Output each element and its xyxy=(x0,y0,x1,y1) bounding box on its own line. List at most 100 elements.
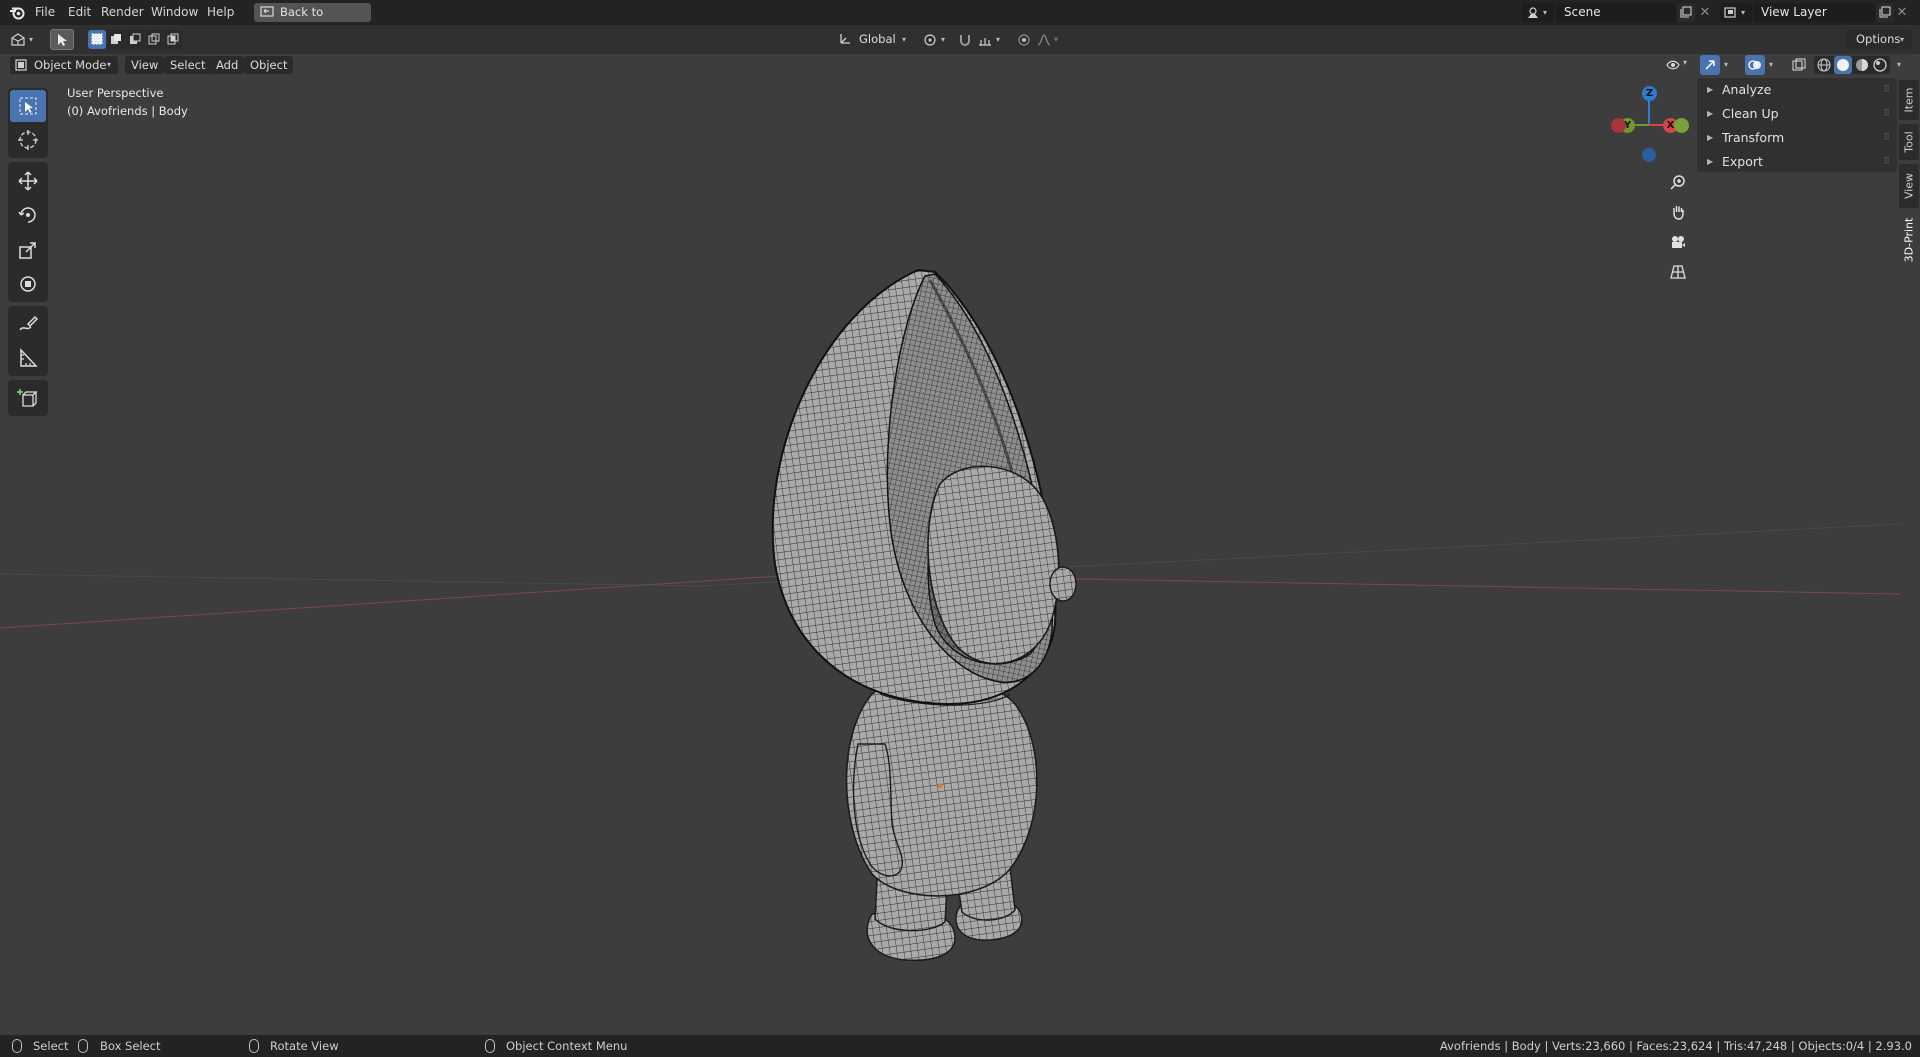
camera-view-button[interactable] xyxy=(1666,230,1690,254)
transform-icon xyxy=(20,276,36,292)
viewport-menu-select[interactable]: Select xyxy=(164,56,212,74)
viewport-menu-object[interactable]: Object xyxy=(244,56,294,74)
delete-scene-icon[interactable]: ✕ xyxy=(1697,3,1713,22)
tool-scale[interactable] xyxy=(10,234,46,266)
scene-dropdown-icon: ▾ xyxy=(1543,8,1548,17)
mode-extend-button[interactable] xyxy=(107,30,125,49)
menu-render[interactable]: Render xyxy=(101,0,144,25)
tool-move[interactable] xyxy=(10,165,46,197)
proportional-falloff-dropdown[interactable]: ▾ xyxy=(1035,30,1063,49)
falloff-dropdown-icon: ▾ xyxy=(1054,35,1059,44)
select-set-icon xyxy=(91,33,103,45)
visibility-dropdown-icon: ▾ xyxy=(1683,58,1688,67)
pan-button[interactable] xyxy=(1666,200,1690,224)
viewport-menu-add[interactable]: Add xyxy=(210,56,245,74)
tool-transform[interactable] xyxy=(10,268,46,300)
shading-material-button[interactable] xyxy=(1854,57,1870,73)
gizmo-z-axis[interactable]: Z xyxy=(1642,86,1657,101)
show-overlays-toggle[interactable] xyxy=(1745,55,1765,75)
editor-type-button[interactable]: ▾ xyxy=(8,30,40,49)
3d-viewport-icon xyxy=(11,33,25,46)
status-select-hint: Select xyxy=(33,1039,69,1053)
drag-grip-icon[interactable]: ⠿ xyxy=(1883,150,1890,174)
gizmo-neg-x-axis[interactable] xyxy=(1611,118,1626,133)
object-visibility-dropdown[interactable]: ▾ xyxy=(1664,56,1692,74)
proportional-editing-toggle[interactable] xyxy=(1015,30,1033,49)
transform-orientation-dropdown[interactable]: Global ▾ xyxy=(836,30,914,49)
collapse-arrow-icon: ▶ xyxy=(1707,157,1714,166)
panel-transform[interactable]: ▶ Transform ⠿ xyxy=(1697,126,1897,150)
tool-measure[interactable] xyxy=(10,342,46,374)
pivot-point-icon xyxy=(924,34,936,46)
mouse-drag-icon xyxy=(78,1039,88,1053)
gizmo-dropdown-icon[interactable]: ▾ xyxy=(1724,56,1728,74)
menu-file[interactable]: File xyxy=(35,0,55,25)
navigation-gizmo[interactable]: Z X Y xyxy=(1610,84,1689,162)
object-mode-dropdown[interactable]: Object Mode ▾ xyxy=(10,56,118,74)
panel-analyze[interactable]: ▶ Analyze ⠿ xyxy=(1697,78,1897,102)
gizmo-neg-y-axis[interactable] xyxy=(1674,118,1689,133)
wireframe-sphere-icon xyxy=(1817,58,1831,72)
panel-export[interactable]: ▶ Export ⠿ xyxy=(1697,150,1897,174)
shading-mode-group xyxy=(1814,56,1890,74)
new-view-layer-button[interactable] xyxy=(1876,3,1894,22)
snap-toggle[interactable] xyxy=(956,30,974,49)
gizmo-icon xyxy=(1705,60,1715,70)
shading-dropdown-icon[interactable]: ▾ xyxy=(1897,56,1901,74)
drag-grip-icon[interactable]: ⠿ xyxy=(1883,78,1890,102)
scene-browse-button[interactable]: ▾ xyxy=(1522,3,1554,22)
tool-annotate[interactable] xyxy=(10,308,46,340)
zoom-button[interactable] xyxy=(1666,170,1690,194)
mode-set-button[interactable] xyxy=(88,30,106,49)
3d-viewport[interactable]: User Perspective (0) Avofriends | Body Z… xyxy=(0,54,1900,1035)
drag-grip-icon[interactable]: ⠿ xyxy=(1883,102,1890,126)
scene-render[interactable] xyxy=(0,54,1900,1035)
gizmo-neg-z-axis[interactable] xyxy=(1642,148,1656,162)
tool-add-cube[interactable] xyxy=(10,382,46,414)
mode-intersect-button[interactable] xyxy=(164,30,182,49)
mode-subtract-button[interactable] xyxy=(126,30,144,49)
annotate-pencil-icon xyxy=(19,315,39,331)
tab-tool[interactable]: Tool xyxy=(1899,124,1919,160)
new-scene-button[interactable] xyxy=(1677,3,1695,22)
delete-view-layer-icon[interactable]: ✕ xyxy=(1894,3,1910,22)
shading-solid-button[interactable] xyxy=(1834,56,1852,74)
mode-difference-button[interactable] xyxy=(145,30,163,49)
scene-name-field[interactable]: Scene xyxy=(1556,3,1676,22)
select-intersect-icon xyxy=(167,33,179,45)
add-cube-icon xyxy=(17,389,38,407)
back-to-previous-button[interactable]: Back to Previous xyxy=(254,3,371,38)
tool-cursor[interactable] xyxy=(10,124,46,156)
drag-grip-icon[interactable]: ⠿ xyxy=(1883,126,1890,150)
orthographic-toggle-button[interactable] xyxy=(1666,260,1690,284)
viewport-menu-view[interactable]: View xyxy=(125,56,165,74)
tool-select-box[interactable] xyxy=(10,90,46,122)
options-dropdown[interactable]: Options ▾ xyxy=(1846,30,1912,49)
view-layer-browse-button[interactable]: ▾ xyxy=(1720,3,1752,22)
active-tool-button[interactable] xyxy=(50,29,74,50)
view-layer-name-field[interactable]: View Layer xyxy=(1753,3,1875,22)
falloff-curve-icon xyxy=(1037,34,1051,46)
tool-rotate[interactable] xyxy=(10,199,46,231)
move-icon xyxy=(18,171,38,191)
shading-wireframe-button[interactable] xyxy=(1816,57,1832,73)
pivot-point-dropdown[interactable]: ▾ xyxy=(921,30,951,49)
show-gizmo-toggle[interactable] xyxy=(1700,55,1720,75)
panel-export-label: Export xyxy=(1722,154,1763,169)
blender-logo-icon[interactable] xyxy=(9,5,25,20)
collapse-arrow-icon: ▶ xyxy=(1707,109,1714,118)
snap-target-dropdown[interactable]: ▾ xyxy=(976,30,1006,49)
toolbar-select-group xyxy=(8,88,48,158)
tab-item[interactable]: Item xyxy=(1899,80,1919,120)
xray-toggle[interactable] xyxy=(1790,56,1808,74)
tab-3d-print[interactable]: 3D-Print xyxy=(1899,212,1919,268)
object-mode-dropdown-icon: ▾ xyxy=(107,60,112,69)
menu-help[interactable]: Help xyxy=(207,0,234,25)
xray-icon xyxy=(1792,58,1806,71)
shading-rendered-button[interactable] xyxy=(1872,57,1888,73)
menu-edit[interactable]: Edit xyxy=(68,0,91,25)
menu-window[interactable]: Window xyxy=(151,0,198,25)
tab-view[interactable]: View xyxy=(1899,164,1919,208)
panel-clean-up[interactable]: ▶ Clean Up ⠿ xyxy=(1697,102,1897,126)
overlays-dropdown-icon[interactable]: ▾ xyxy=(1769,56,1773,74)
